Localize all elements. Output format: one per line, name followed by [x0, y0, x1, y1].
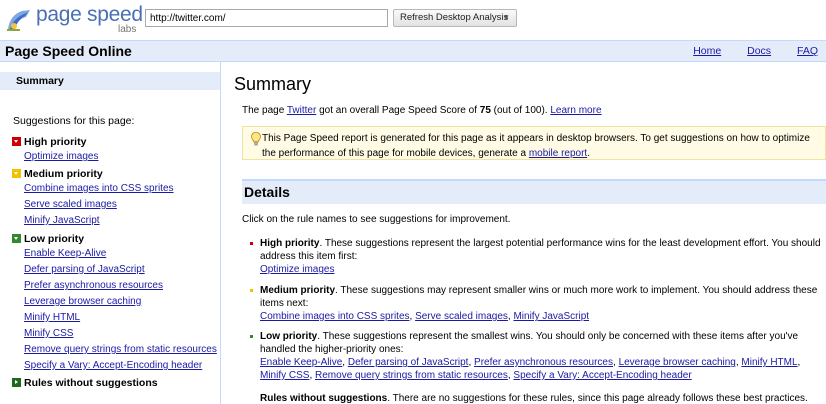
rule-link[interactable]: Leverage browser caching — [619, 357, 736, 368]
low-priority-links: Enable Keep-Alive, Defer parsing of Java… — [260, 357, 801, 381]
title-bar: Page Speed Online Home Docs FAQ — [0, 40, 826, 62]
sidebar-item-vary-header[interactable]: Specify a Vary: Accept-Encoding header — [24, 360, 202, 371]
sidebar-item-optimize-images[interactable]: Optimize images — [24, 151, 98, 162]
score-suffix: (out of 100). — [490, 105, 551, 116]
notice-end: . — [587, 148, 590, 159]
refresh-desktop-analysis-label: Refresh Desktop Analysis — [400, 12, 509, 23]
rule-link[interactable]: Optimize images — [260, 264, 334, 275]
desktop-notice: This Page Speed report is generated for … — [242, 126, 826, 160]
sidebar-group-high: High priority — [12, 136, 86, 148]
no-suggestions-label: Rules without suggestions — [260, 393, 388, 404]
sidebar-item-combine-sprites[interactable]: Combine images into CSS sprites — [24, 183, 174, 194]
rule-link[interactable]: Enable Keep-Alive — [260, 357, 342, 368]
medium-priority-bullet — [250, 289, 253, 292]
high-priority-label: High priority — [260, 238, 320, 249]
lightbulb-icon — [251, 132, 261, 146]
sidebar: Summary Suggestions for this page: High … — [0, 62, 221, 404]
rule-link[interactable]: Minify HTML — [741, 357, 797, 368]
summary-title: Summary — [234, 74, 312, 94]
page-speed-logo[interactable]: page speed labs — [6, 3, 146, 35]
sidebar-item-minify-css[interactable]: Minify CSS — [24, 328, 73, 339]
medium-priority-links: Combine images into CSS sprites, Serve s… — [260, 311, 590, 322]
score-line: The page Twitter got an overall Page Spe… — [242, 105, 602, 116]
notice-text: This Page Speed report is generated for … — [262, 131, 822, 161]
medium-priority-text: . These suggestions may represent smalle… — [260, 285, 818, 309]
nav-faq-link[interactable]: FAQ — [797, 45, 818, 57]
main-content: Summary The page Twitter got an overall … — [222, 62, 826, 404]
sidebar-item-browser-caching[interactable]: Leverage browser caching — [24, 296, 141, 307]
medium-priority-label: Medium priority — [260, 285, 336, 296]
sidebar-group-low-label: Low priority — [24, 233, 85, 245]
sidebar-item-summary[interactable]: Summary — [0, 72, 220, 90]
sidebar-group-medium: Medium priority — [12, 168, 103, 180]
app-title: Page Speed Online — [5, 43, 132, 59]
sidebar-group-high-label: High priority — [24, 136, 87, 148]
chevron-down-icon[interactable]: ▼ — [502, 10, 510, 26]
site-link[interactable]: Twitter — [287, 105, 316, 116]
sidebar-group-no-suggestions-label: Rules without suggestions — [24, 377, 158, 389]
top-bar: page speed labs Refresh Desktop Analysis… — [0, 0, 826, 40]
low-priority-icon — [12, 234, 21, 243]
high-priority-bullet — [250, 242, 253, 245]
details-intro: Click on the rule names to see suggestio… — [242, 214, 511, 225]
speedometer-logo-icon — [7, 10, 30, 31]
nav-home-link[interactable]: Home — [693, 45, 721, 57]
sidebar-heading: Suggestions for this page: — [13, 115, 135, 127]
sidebar-item-defer-parsing[interactable]: Defer parsing of JavaScript — [24, 264, 145, 275]
low-priority-bullet — [250, 335, 253, 338]
top-nav: Home Docs FAQ — [670, 45, 818, 57]
medium-priority-icon — [12, 169, 21, 178]
sidebar-item-remove-query-strings[interactable]: Remove query strings from static resourc… — [24, 344, 217, 355]
high-priority-icon — [12, 137, 21, 146]
rule-link[interactable]: Minify CSS — [260, 370, 309, 381]
rule-link[interactable]: Combine images into CSS sprites — [260, 311, 410, 322]
rule-link[interactable]: Minify JavaScript — [513, 311, 589, 322]
sidebar-item-serve-scaled-images[interactable]: Serve scaled images — [24, 199, 117, 210]
sidebar-item-minify-html[interactable]: Minify HTML — [24, 312, 80, 323]
medium-priority-block: Medium priority. These suggestions may r… — [250, 284, 826, 323]
low-priority-text: . These suggestions represent the smalle… — [260, 331, 799, 355]
high-priority-block: High priority. These suggestions represe… — [250, 237, 826, 276]
rule-link[interactable]: Prefer asynchronous resources — [474, 357, 613, 368]
sidebar-group-low: Low priority — [12, 233, 84, 245]
low-priority-block: Low priority. These suggestions represen… — [250, 330, 826, 382]
score-mid: got an overall Page Speed Score of — [316, 105, 480, 116]
details-title: Details — [244, 184, 290, 200]
mobile-report-link[interactable]: mobile report — [529, 148, 587, 159]
refresh-desktop-analysis-button[interactable]: Refresh Desktop Analysis ▼ — [393, 9, 517, 27]
sidebar-item-enable-keep-alive[interactable]: Enable Keep-Alive — [24, 248, 106, 259]
rule-link[interactable]: Defer parsing of JavaScript — [348, 357, 469, 368]
low-priority-label: Low priority — [260, 331, 318, 342]
rule-link[interactable]: Remove query strings from static resourc… — [315, 370, 508, 381]
logo-sub: labs — [118, 24, 137, 35]
no-suggestions-block: Rules without suggestions. There are no … — [260, 392, 826, 404]
url-input[interactable] — [145, 9, 388, 27]
high-priority-text: . These suggestions represent the larges… — [260, 238, 821, 262]
expand-arrow-icon — [12, 378, 21, 387]
rule-link[interactable]: Serve scaled images — [415, 311, 508, 322]
details-header: Details — [242, 179, 826, 204]
sidebar-item-prefer-async[interactable]: Prefer asynchronous resources — [24, 280, 163, 291]
rule-link[interactable]: Specify a Vary: Accept-Encoding header — [513, 370, 691, 381]
sidebar-group-medium-label: Medium priority — [24, 168, 103, 180]
score-prefix: The page — [242, 105, 287, 116]
score-value: 75 — [479, 105, 491, 116]
sidebar-item-minify-javascript[interactable]: Minify JavaScript — [24, 215, 100, 226]
sidebar-group-no-suggestions[interactable]: Rules without suggestions — [12, 377, 158, 389]
learn-more-link[interactable]: Learn more — [550, 105, 601, 116]
high-priority-links: Optimize images — [260, 264, 334, 275]
nav-docs-link[interactable]: Docs — [747, 45, 771, 57]
